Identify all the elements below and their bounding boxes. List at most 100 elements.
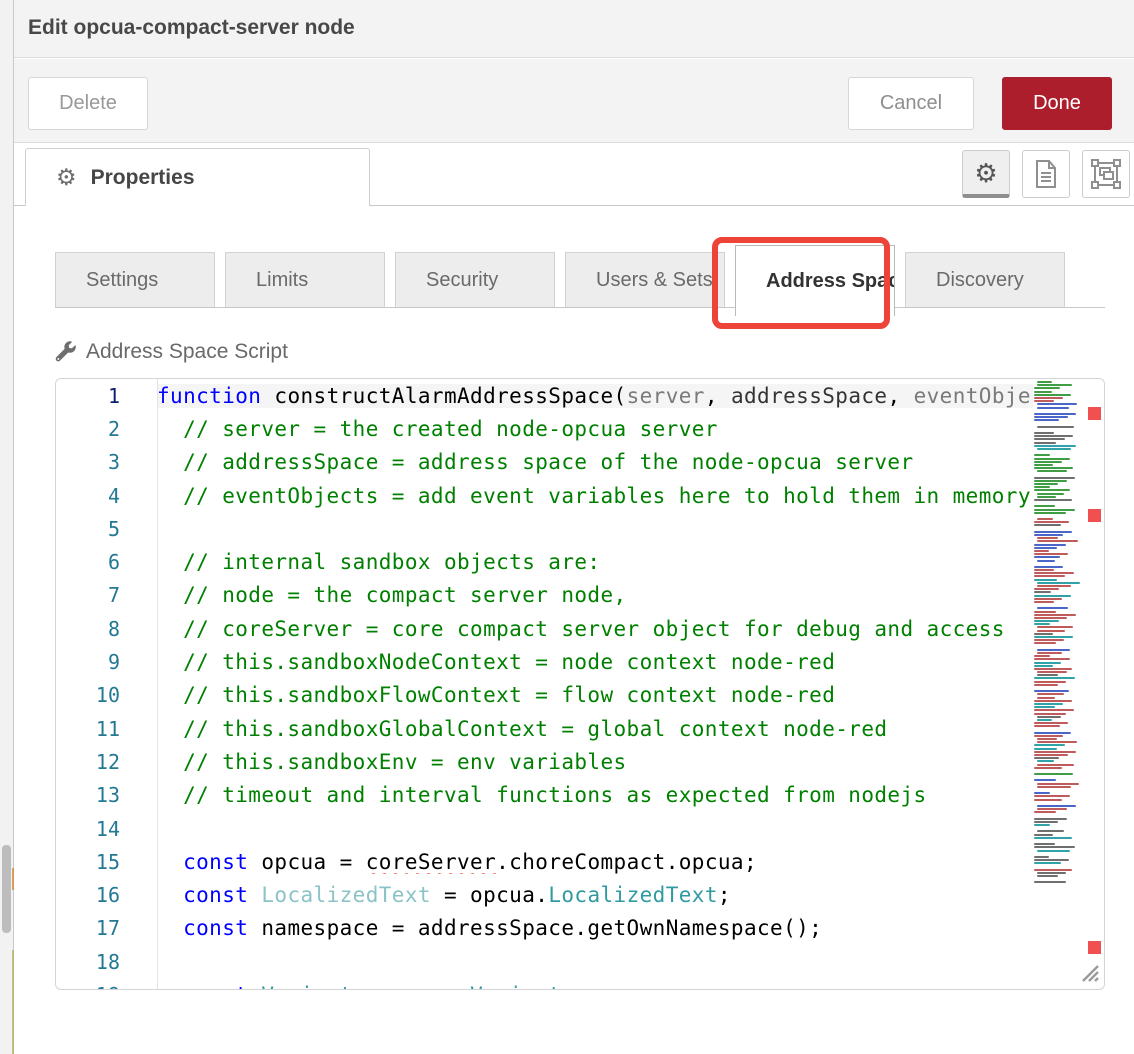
line-number: 7 bbox=[56, 583, 157, 607]
code-text: const LocalizedText = opcua.LocalizedTex… bbox=[157, 883, 1033, 907]
code-text: function constructAlarmAddressSpace(serv… bbox=[157, 384, 1033, 408]
minimap-row bbox=[1034, 811, 1056, 813]
tab-settings[interactable]: Settings bbox=[55, 252, 215, 308]
done-button[interactable]: Done bbox=[1002, 77, 1112, 130]
line-number: 2 bbox=[56, 417, 157, 441]
code-line[interactable]: 8 // coreServer = core compact server ob… bbox=[56, 612, 1033, 645]
tab-security[interactable]: Security bbox=[395, 252, 555, 308]
minimap-row bbox=[1034, 751, 1076, 753]
minimap-row bbox=[1034, 512, 1066, 514]
minimap-row bbox=[1034, 556, 1060, 558]
code-text: // server = the created node-opcua serve… bbox=[157, 417, 1033, 441]
code-line[interactable]: 13 // timeout and interval functions as … bbox=[56, 779, 1033, 812]
minimap-row bbox=[1034, 677, 1075, 679]
minimap-row bbox=[1034, 550, 1049, 552]
tab-address-space[interactable]: Address Space bbox=[735, 245, 895, 316]
delete-button[interactable]: Delete bbox=[28, 77, 148, 130]
minimap-row bbox=[1037, 407, 1068, 409]
code-text: const Variant = opcua.Variant; bbox=[157, 983, 1033, 990]
code-line[interactable]: 17 const namespace = addressSpace.getOwn… bbox=[56, 912, 1033, 945]
code-line[interactable]: 19 const Variant = opcua.Variant; bbox=[56, 978, 1033, 990]
minimap-row bbox=[1037, 537, 1058, 539]
minimap-row bbox=[1037, 783, 1079, 785]
minimap-row bbox=[1034, 566, 1063, 568]
resize-handle[interactable] bbox=[1077, 960, 1101, 984]
dialog-header: Edit opcua-compact-server node bbox=[14, 0, 1134, 58]
appearance-icon-button[interactable] bbox=[1082, 150, 1130, 198]
minimap-row bbox=[1033, 528, 1086, 530]
minimap-row bbox=[1034, 553, 1068, 555]
minimap-row bbox=[1037, 716, 1060, 718]
code-editor[interactable]: 1function constructAlarmAddressSpace(ser… bbox=[55, 378, 1105, 990]
code-line[interactable]: 5 bbox=[56, 512, 1033, 545]
code-line[interactable]: 1function constructAlarmAddressSpace(ser… bbox=[56, 379, 1033, 412]
minimap-row bbox=[1034, 754, 1068, 756]
minimap-row bbox=[1037, 760, 1054, 762]
minimap-row bbox=[1034, 732, 1071, 734]
code-line[interactable]: 18 bbox=[56, 945, 1033, 978]
code-line[interactable]: 11 // this.sandboxGlobalContext = global… bbox=[56, 712, 1033, 745]
minimap-row bbox=[1034, 432, 1054, 434]
minimap-row bbox=[1037, 674, 1058, 676]
minimap-row bbox=[1034, 792, 1050, 794]
minimap-row bbox=[1037, 850, 1069, 852]
minimap-row bbox=[1037, 741, 1077, 743]
line-number: 12 bbox=[56, 750, 157, 774]
minimap-row bbox=[1034, 655, 1050, 657]
minimap-row bbox=[1034, 442, 1056, 444]
minimap-row bbox=[1034, 387, 1060, 389]
minimap-row bbox=[1037, 630, 1065, 632]
page-scrollbar-track[interactable] bbox=[0, 0, 14, 1054]
code-line[interactable]: 7 // node = the compact server node, bbox=[56, 579, 1033, 612]
page-scrollbar-thumb[interactable] bbox=[2, 845, 11, 933]
code-line[interactable]: 3 // addressSpace = address space of the… bbox=[56, 446, 1033, 479]
minimap-row bbox=[1034, 709, 1074, 711]
error-marker bbox=[1088, 509, 1101, 522]
minimap-row bbox=[1033, 422, 1086, 424]
minimap-row bbox=[1037, 830, 1064, 832]
minimap-row bbox=[1034, 881, 1066, 883]
code-line[interactable]: 12 // this.sandboxEnv = env variables bbox=[56, 745, 1033, 778]
error-marker bbox=[1088, 941, 1101, 954]
minimap-row bbox=[1037, 470, 1067, 472]
cancel-button[interactable]: Cancel bbox=[848, 77, 974, 130]
line-number: 10 bbox=[56, 683, 157, 707]
minimap-row bbox=[1034, 773, 1073, 775]
minimap-row bbox=[1033, 687, 1086, 689]
tab-discovery[interactable]: Discovery bbox=[905, 252, 1065, 308]
code-text: const opcua = coreServer.choreCompact.op… bbox=[157, 850, 1033, 874]
code-line[interactable]: 15 const opcua = coreServer.choreCompact… bbox=[56, 845, 1033, 878]
properties-icon-button[interactable]: ⚙ bbox=[962, 150, 1010, 198]
code-line[interactable]: 9 // this.sandboxNodeContext = node cont… bbox=[56, 645, 1033, 678]
minimap-row bbox=[1034, 690, 1069, 692]
tab-properties[interactable]: ⚙ Properties bbox=[25, 148, 370, 206]
code-text: // addressSpace = address space of the n… bbox=[157, 450, 1033, 474]
description-icon-button[interactable] bbox=[1022, 150, 1070, 198]
minimap-row bbox=[1037, 697, 1055, 699]
properties-label: Properties bbox=[91, 166, 195, 190]
minimap-row bbox=[1033, 853, 1086, 855]
tab-limits[interactable]: Limits bbox=[225, 252, 385, 308]
minimap-row bbox=[1034, 579, 1057, 581]
minimap-row bbox=[1034, 713, 1066, 715]
code-line[interactable]: 4 // eventObjects = add event variables … bbox=[56, 479, 1033, 512]
minimap-row bbox=[1033, 502, 1086, 504]
gear-icon: ⚙ bbox=[56, 166, 77, 189]
minimap-row bbox=[1033, 563, 1086, 565]
code-line[interactable]: 14 bbox=[56, 812, 1033, 845]
minimap-row bbox=[1034, 598, 1062, 600]
code-line[interactable]: 2 // server = the created node-opcua ser… bbox=[56, 412, 1033, 445]
minimap-row bbox=[1033, 866, 1086, 868]
minimap-row bbox=[1034, 735, 1063, 737]
code-area[interactable]: 1function constructAlarmAddressSpace(ser… bbox=[56, 379, 1033, 990]
minimap[interactable] bbox=[1033, 381, 1086, 941]
code-text: // coreServer = core compact server obje… bbox=[157, 617, 1033, 641]
code-line[interactable]: 16 const LocalizedText = opcua.Localized… bbox=[56, 878, 1033, 911]
minimap-row bbox=[1034, 588, 1059, 590]
code-line[interactable]: 6 // internal sandbox objects are: bbox=[56, 545, 1033, 578]
minimap-row bbox=[1034, 595, 1071, 597]
minimap-row bbox=[1037, 493, 1064, 495]
tab-users-sets[interactable]: Users & Sets bbox=[565, 252, 725, 308]
code-line[interactable]: 10 // this.sandboxFlowContext = flow con… bbox=[56, 679, 1033, 712]
minimap-row bbox=[1033, 473, 1086, 475]
